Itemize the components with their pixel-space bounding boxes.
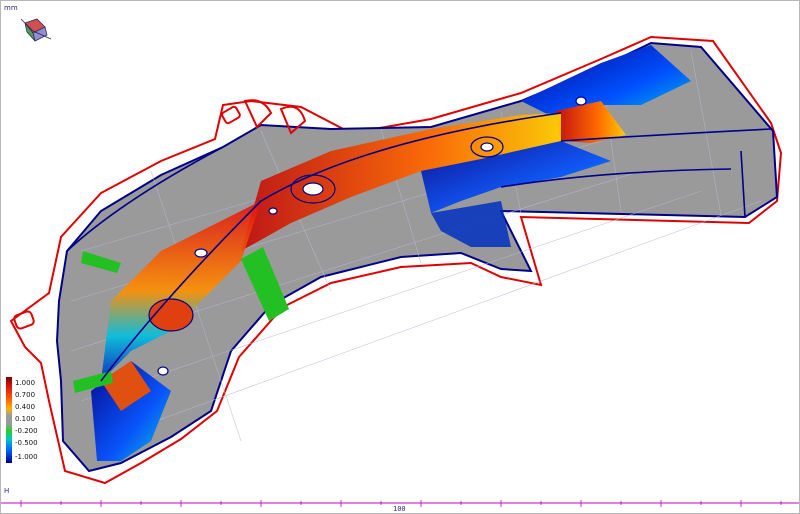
legend-label: 0.700 — [15, 391, 36, 399]
legend-label: -0.200 — [15, 427, 38, 435]
ruler-label: 100 — [393, 505, 406, 513]
legend-color-bar — [6, 377, 12, 463]
axis-letter: H — [4, 487, 10, 495]
legend-label: 0.400 — [15, 403, 36, 411]
legend-label: 0.100 — [15, 415, 36, 423]
legend-label: 1.000 — [15, 379, 36, 387]
color-legend: 1.000 0.700 0.400 0.100 -0.200 -0.500 -1… — [6, 377, 66, 467]
hole — [575, 96, 587, 106]
3d-viewport[interactable]: mm 1.000 0.700 0.400 0.100 -0.200 -0.500… — [0, 0, 800, 514]
hole — [194, 248, 208, 258]
legend-label: -0.500 — [15, 439, 38, 447]
hole — [480, 142, 494, 152]
legend-label: -1.000 — [15, 453, 38, 461]
part-model[interactable] — [1, 1, 800, 514]
hole — [268, 207, 278, 215]
hole — [302, 182, 324, 196]
hole — [157, 366, 169, 376]
